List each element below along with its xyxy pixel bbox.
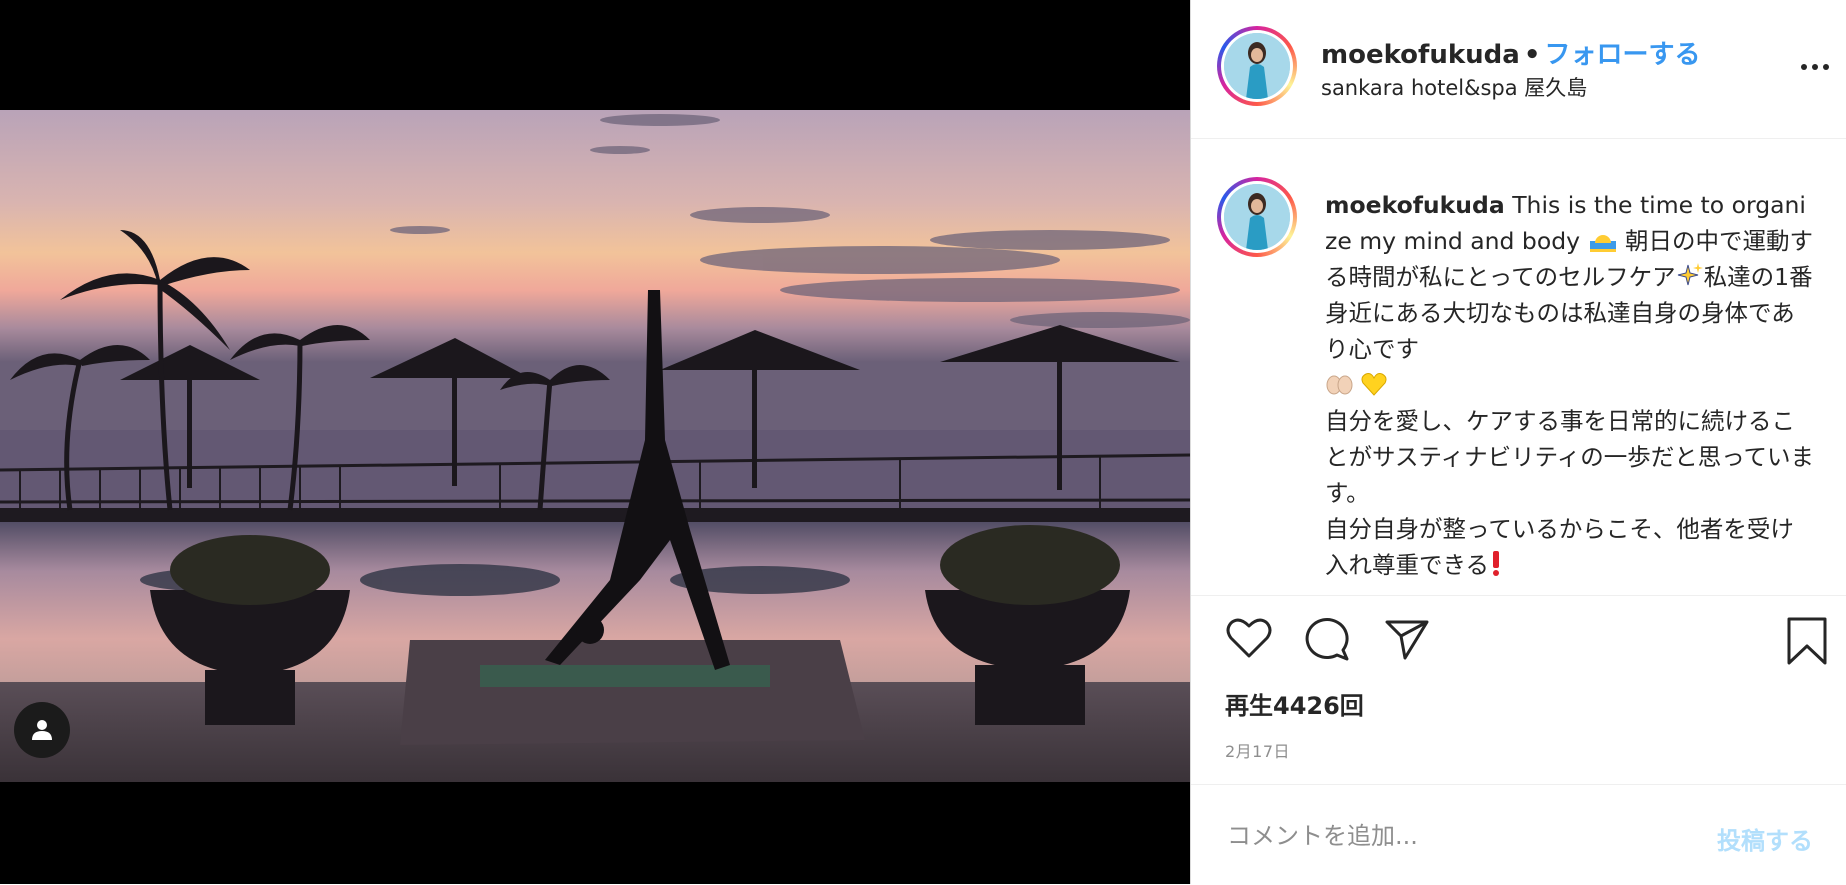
bookmark-button[interactable] — [1785, 616, 1829, 670]
caption-para2: 自分を愛し、ケアする事を日常的に続けることがサスティナビリティの一歩だと思ってい… — [1325, 407, 1815, 507]
comment-input[interactable] — [1225, 815, 1679, 857]
post-video[interactable] — [0, 110, 1190, 782]
sunrise-emoji-icon — [1589, 235, 1616, 252]
video-frame — [0, 110, 1190, 782]
avatar-image — [1224, 33, 1290, 99]
author-avatar[interactable] — [1217, 26, 1297, 106]
post-comment-button[interactable]: 投稿する — [1717, 821, 1813, 856]
post-sidebar: moekofukuda • フォローする sankara hotel&spa 屋久島… — [1190, 0, 1846, 884]
user-tag-button[interactable] — [14, 702, 70, 758]
caption-text: moekofukuda This is the time to organize… — [1325, 187, 1815, 583]
action-bar — [1191, 596, 1846, 666]
palms-up-emoji-icon — [1326, 375, 1353, 395]
like-button[interactable] — [1225, 616, 1273, 664]
author-username[interactable]: moekofukuda — [1321, 40, 1520, 70]
yellow-heart-emoji-icon — [1362, 373, 1387, 396]
bookmark-icon — [1787, 617, 1827, 665]
post-location[interactable]: sankara hotel&spa 屋久島 — [1321, 72, 1587, 102]
user-tag-icon — [32, 720, 52, 740]
share-icon — [1385, 620, 1429, 660]
separator: • — [1523, 40, 1541, 70]
sparkles-emoji-icon — [1677, 263, 1703, 286]
caption-section: moekofukuda This is the time to organize… — [1191, 139, 1846, 596]
avatar-image — [1224, 184, 1290, 250]
comment-button[interactable] — [1303, 616, 1351, 666]
caption-avatar[interactable] — [1217, 177, 1297, 257]
caption-username[interactable]: moekofukuda — [1325, 191, 1505, 219]
caption-para3: 自分自身が整っているからこそ、他者を受け入れ尊重できる — [1325, 515, 1794, 579]
comment-bar: 投稿する — [1191, 784, 1846, 885]
post-date[interactable]: 2月17日 — [1225, 738, 1290, 762]
more-options-icon — [1801, 64, 1829, 70]
header-user-line: moekofukuda • フォローする — [1321, 34, 1700, 71]
more-options-button[interactable] — [1799, 52, 1831, 82]
comment-icon — [1305, 618, 1349, 661]
exclamation-emoji-icon — [1493, 551, 1500, 576]
follow-button[interactable]: フォローする — [1544, 40, 1700, 70]
post-header: moekofukuda • フォローする sankara hotel&spa 屋久島 — [1191, 0, 1846, 139]
share-button[interactable] — [1383, 616, 1431, 666]
view-count[interactable]: 再生4426回 — [1225, 686, 1364, 721]
media-panel — [0, 0, 1190, 884]
like-heart-icon — [1226, 618, 1272, 658]
